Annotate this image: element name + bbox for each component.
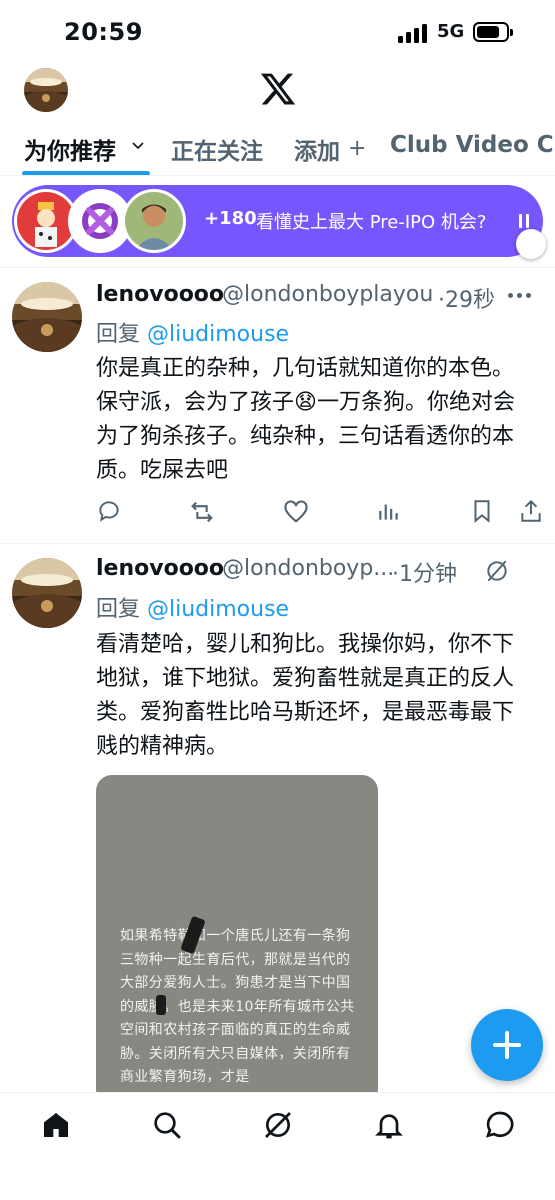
tweet-text: 看清楚哈，婴儿和狗比。我操你妈，你不下地狱，谁下地狱。爱狗畜牲就是真正的反人类。…: [96, 632, 515, 759]
tweet-author-handle[interactable]: @londonboyplayou: [222, 282, 433, 307]
space-listener-avatar: [122, 189, 186, 253]
signal-icon: [398, 23, 430, 43]
tweet-actions: [96, 498, 546, 528]
reply-icon[interactable]: [96, 498, 124, 526]
tab-for-you[interactable]: 为你推荐: [24, 132, 116, 166]
bookmark-icon[interactable]: [469, 498, 497, 526]
share-icon[interactable]: [518, 498, 546, 526]
tab-add[interactable]: 添加: [294, 132, 340, 166]
tab-following[interactable]: 正在关注: [171, 132, 263, 166]
messages-icon[interactable]: [484, 1109, 516, 1141]
reply-prefix: 回复: [96, 597, 147, 622]
grok-icon[interactable]: [262, 1109, 294, 1141]
grok-icon[interactable]: [484, 558, 510, 584]
pause-icon[interactable]: [517, 214, 531, 230]
space-dock-handle[interactable]: [516, 229, 546, 259]
tweet-timestamp[interactable]: ·1分钟: [392, 556, 457, 588]
reply-prefix: 回复: [96, 322, 147, 347]
battery-icon: [473, 22, 513, 42]
reply-context: 回复 @liudimouse: [96, 316, 289, 348]
search-icon[interactable]: [151, 1109, 183, 1141]
tweet-text: 你是真正的杂种，几句话就知道你的本色。保守派，会为了孩子😧一万条狗。你绝对会为了…: [96, 352, 526, 488]
repost-icon[interactable]: [188, 498, 216, 526]
network-type: 5G: [437, 21, 465, 42]
emoji: 😧: [294, 390, 317, 415]
tweet-author-name[interactable]: lenovoooo: [96, 282, 224, 307]
tweet-timestamp[interactable]: ·29秒: [438, 282, 495, 314]
space-title: 看懂史上最大 Pre-IPO 机会?: [256, 212, 487, 233]
tweet-author-handle[interactable]: @londonboyp...: [222, 556, 394, 581]
status-time: 20:59: [64, 18, 143, 46]
redaction-mark: [156, 995, 166, 1015]
compose-button[interactable]: [471, 1009, 543, 1081]
bottom-nav: [0, 1092, 555, 1200]
tweet-author-name[interactable]: lenovoooo: [96, 556, 224, 581]
x-logo-icon[interactable]: [259, 70, 297, 108]
tweet-author-avatar[interactable]: [12, 282, 82, 352]
tweet-media-image[interactable]: 如果希特勒和一个唐氏儿还有一条狗三物种一起生育后代，那就是当代的大部分爱狗人士。…: [96, 775, 378, 1105]
notifications-icon[interactable]: [373, 1109, 405, 1141]
timeline-tabs: 为你推荐 正在关注 添加 + Club Video Ch: [0, 122, 555, 176]
tab-club-video[interactable]: Club Video Ch: [390, 132, 555, 158]
views-icon[interactable]: [376, 498, 404, 526]
reply-mention-link[interactable]: @liudimouse: [147, 322, 289, 347]
home-icon[interactable]: [40, 1109, 72, 1141]
top-nav: [0, 62, 555, 118]
like-icon[interactable]: [282, 498, 310, 526]
spaces-live-bar[interactable]: +180 看懂史上最大 Pre-IPO 机会?: [12, 185, 546, 259]
reply-mention-link[interactable]: @liudimouse: [147, 597, 289, 622]
tweet[interactable]: lenovoooo @londonboyplayou ·29秒 回复 @liud…: [0, 268, 555, 542]
plus-icon[interactable]: +: [348, 136, 366, 161]
tweet-author-avatar[interactable]: [12, 558, 82, 628]
chevron-down-icon[interactable]: [131, 137, 145, 151]
more-options-icon[interactable]: [508, 293, 532, 301]
active-tab-indicator: [22, 171, 150, 175]
reply-context: 回复 @liudimouse: [96, 591, 289, 623]
profile-avatar[interactable]: [24, 68, 68, 112]
status-bar: 20:59 5G: [0, 0, 555, 62]
space-listener-count: +180: [204, 208, 257, 229]
